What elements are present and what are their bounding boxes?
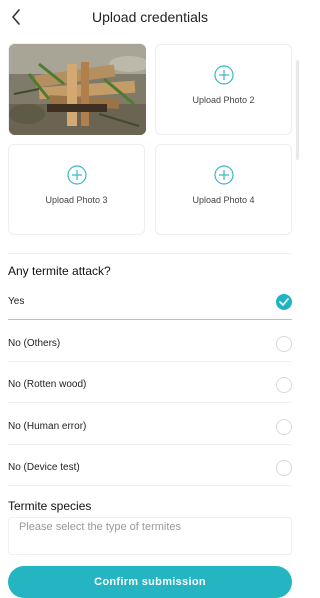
option-divider	[8, 361, 292, 362]
termite-species-select[interactable]: Please select the type of termites	[8, 517, 292, 555]
option-no-device-test[interactable]: No (Device test)	[8, 452, 292, 486]
uploaded-photo-card[interactable]	[8, 43, 146, 135]
upload-photo-4-label: Upload Photo 4	[192, 195, 255, 205]
plus-circle-icon	[214, 165, 234, 185]
upload-photo-3-label: Upload Photo 3	[45, 195, 108, 205]
option-divider	[8, 402, 292, 403]
plus-circle-icon	[67, 165, 87, 185]
radio-unchecked-icon[interactable]	[276, 460, 292, 476]
radio-unchecked-icon[interactable]	[276, 377, 292, 393]
upload-photo-3-card[interactable]: Upload Photo 3	[8, 144, 145, 235]
radio-unchecked-icon[interactable]	[276, 419, 292, 435]
upload-photo-2-card[interactable]: Upload Photo 2	[155, 44, 292, 135]
option-no-others[interactable]: No (Others)	[8, 328, 292, 362]
scrollbar[interactable]	[296, 60, 299, 160]
termite-species-title: Termite species	[8, 499, 92, 513]
option-label: No (Human error)	[8, 421, 87, 432]
option-label: No (Rotten wood)	[8, 379, 87, 390]
confirm-submission-button[interactable]: Confirm submission	[8, 566, 292, 598]
uploaded-photo	[9, 44, 146, 135]
submit-bar: Confirm submission	[0, 560, 300, 598]
radio-checked-icon[interactable]	[276, 294, 292, 310]
option-label: No (Others)	[8, 338, 61, 349]
option-divider	[8, 319, 292, 320]
option-divider	[8, 444, 292, 445]
option-no-human-error[interactable]: No (Human error)	[8, 411, 292, 445]
option-label: No (Device test)	[8, 462, 80, 473]
termite-attack-question: Any termite attack?	[8, 264, 111, 278]
page-title: Upload credentials	[92, 9, 208, 25]
radio-unchecked-icon[interactable]	[276, 336, 292, 352]
option-divider	[8, 485, 292, 486]
plus-circle-icon	[214, 65, 234, 85]
header: Upload credentials	[0, 0, 300, 34]
upload-photo-2-label: Upload Photo 2	[192, 95, 255, 105]
option-label: Yes	[8, 296, 25, 307]
section-divider	[8, 253, 292, 254]
option-no-rotten-wood[interactable]: No (Rotten wood)	[8, 369, 292, 403]
upload-photo-4-card[interactable]: Upload Photo 4	[155, 144, 292, 235]
option-yes[interactable]: Yes	[8, 286, 292, 320]
